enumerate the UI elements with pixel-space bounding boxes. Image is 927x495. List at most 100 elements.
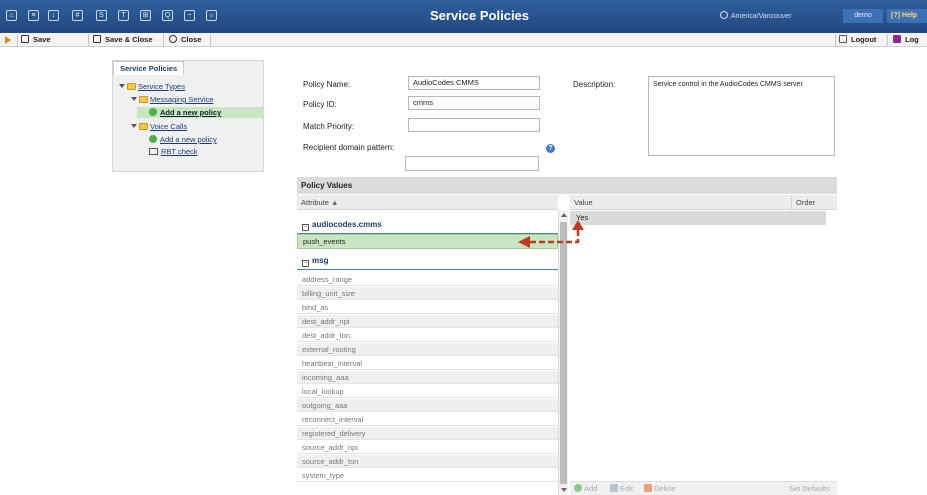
- group-label: audiocodes.cmms: [312, 220, 382, 229]
- edit-icon: [610, 484, 618, 492]
- tree-node-add-policy-messaging[interactable]: Add a new policy: [149, 108, 221, 118]
- folder-icon: [139, 123, 148, 130]
- expand-triangle-icon: [131, 97, 137, 101]
- page-title: Service Policies: [430, 8, 530, 23]
- attribute-row[interactable]: external_routing: [297, 343, 558, 356]
- logout-icon: [839, 35, 847, 43]
- rbt-check-label: RBT check: [161, 147, 198, 156]
- attribute-row[interactable]: local_lookup: [297, 385, 558, 398]
- value-column-header[interactable]: Value: [570, 195, 792, 210]
- s-icon[interactable]: S: [96, 10, 107, 21]
- tree-node-add-policy-voice[interactable]: Add a new policy: [149, 135, 217, 145]
- divider: [163, 34, 164, 46]
- attribute-row[interactable]: outgoing_aaa: [297, 399, 558, 412]
- timezone-link[interactable]: America/Vancouver: [720, 11, 792, 20]
- close-label: Close: [181, 35, 202, 44]
- search-icon[interactable]: Q: [162, 10, 173, 21]
- policy-name-label: Policy Name:: [303, 80, 351, 89]
- edit-button[interactable]: Edit: [610, 482, 633, 495]
- attribute-row[interactable]: registered_delivery: [297, 427, 558, 440]
- policy-values-header: Policy Values: [297, 177, 837, 194]
- help-label: Help: [901, 12, 918, 19]
- attribute-row[interactable]: system_type: [297, 469, 558, 482]
- timezone-label: America/Vancouver: [731, 13, 792, 20]
- value-row-selected[interactable]: Yes: [570, 211, 826, 225]
- attribute-column-header[interactable]: Attribute ▲: [297, 195, 558, 210]
- play-arrow-icon[interactable]: [5, 36, 11, 44]
- attribute-row[interactable]: reconnect_interval: [297, 413, 558, 426]
- top-header: ⌂ ≡ ↓ # S T ⊞ Q ~ ☼ Service Policies Ame…: [0, 0, 927, 33]
- group-label: msg: [312, 256, 329, 265]
- hierarchy-icon[interactable]: ⊞: [140, 10, 151, 21]
- save-close-button[interactable]: Save & Close: [93, 34, 153, 46]
- user-menu[interactable]: demo: [843, 9, 883, 23]
- attribute-row[interactable]: source_addr_ton: [297, 455, 558, 468]
- grid-icon[interactable]: #: [72, 10, 83, 21]
- folder-icon: [139, 96, 148, 103]
- help-icon[interactable]: ?: [546, 144, 555, 153]
- logout-label: Logout: [851, 35, 877, 44]
- add-label: Add: [584, 484, 598, 493]
- policy-name-input[interactable]: AudioCodes CMMS: [408, 76, 540, 90]
- toolbar: Save Save & Close Close Logout Log: [0, 33, 927, 47]
- chart-icon[interactable]: ~: [184, 10, 195, 21]
- save-button[interactable]: Save: [21, 34, 51, 46]
- scroll-down-icon[interactable]: [561, 488, 567, 492]
- delete-icon: [644, 484, 652, 492]
- attribute-row[interactable]: incoming_aaa: [297, 371, 558, 384]
- tariff-icon[interactable]: T: [118, 10, 129, 21]
- tree-tab[interactable]: Service Policies: [113, 61, 185, 75]
- tree-node-voice-calls[interactable]: Voice Calls: [131, 122, 187, 132]
- order-column-header[interactable]: Order: [792, 195, 826, 210]
- attribute-row[interactable]: address_range: [297, 273, 558, 286]
- add-button[interactable]: Add: [574, 482, 597, 495]
- match-priority-input[interactable]: [408, 118, 540, 132]
- scroll-thumb[interactable]: [560, 222, 567, 484]
- attribute-header-label: Attribute: [301, 198, 329, 207]
- messaging-label: Messaging Service: [150, 95, 214, 104]
- logout-button[interactable]: Logout: [839, 34, 876, 46]
- attribute-row[interactable]: source_addr_npi: [297, 441, 558, 454]
- log-label: Log: [905, 35, 919, 44]
- floppy-icon: [93, 35, 101, 43]
- clock-icon: [720, 11, 728, 19]
- description-textarea[interactable]: Service control in the AudioCodes CMMS s…: [648, 76, 835, 156]
- expand-triangle-icon: [119, 84, 125, 88]
- voice-calls-label: Voice Calls: [150, 122, 188, 131]
- delete-button[interactable]: Delete: [644, 482, 676, 495]
- list-icon[interactable]: ≡: [28, 10, 39, 21]
- service-policies-tree: Service Policies Service Types Messaging…: [112, 60, 264, 172]
- divider: [887, 34, 888, 46]
- divider: [88, 34, 89, 46]
- attribute-row[interactable]: dest_addr_ton: [297, 329, 558, 342]
- download-icon[interactable]: ↓: [48, 10, 59, 21]
- policy-id-input[interactable]: cmms: [408, 96, 540, 110]
- log-icon: [893, 35, 901, 43]
- expand-triangle-icon: [131, 124, 137, 128]
- recipient-domain-label: Recipient domain pattern:: [303, 143, 395, 152]
- attribute-row[interactable]: billing_unit_size: [297, 287, 558, 300]
- annotation-arrow: [518, 220, 584, 248]
- tree-node-rbt-check[interactable]: RBT check: [149, 147, 198, 157]
- log-button[interactable]: Log: [893, 34, 919, 46]
- divider: [210, 34, 211, 46]
- close-button[interactable]: Close: [169, 34, 201, 46]
- add-policy-label: Add a new policy: [160, 135, 217, 144]
- scroll-up-icon[interactable]: [561, 213, 567, 217]
- recipient-domain-input[interactable]: [405, 156, 539, 171]
- column-header-filler: [826, 195, 837, 210]
- tree-node-messaging[interactable]: Messaging Service: [131, 95, 213, 105]
- help-button[interactable]: [?] Help: [887, 9, 927, 23]
- attribute-row[interactable]: dest_addr_npi: [297, 315, 558, 328]
- save-close-label: Save & Close: [105, 35, 153, 44]
- settings-icon[interactable]: ☼: [206, 10, 217, 21]
- home-icon[interactable]: ⌂: [6, 10, 17, 21]
- add-icon: [574, 484, 582, 492]
- floppy-icon: [21, 35, 29, 43]
- attribute-row[interactable]: bind_as: [297, 301, 558, 314]
- attribute-row[interactable]: heartbeat_interval: [297, 357, 558, 370]
- set-defaults-button[interactable]: Set Defaults: [789, 482, 830, 495]
- tree-node-service-types[interactable]: Service Types: [119, 82, 185, 92]
- collapse-icon: −: [302, 260, 309, 267]
- delete-label: Delete: [654, 484, 676, 493]
